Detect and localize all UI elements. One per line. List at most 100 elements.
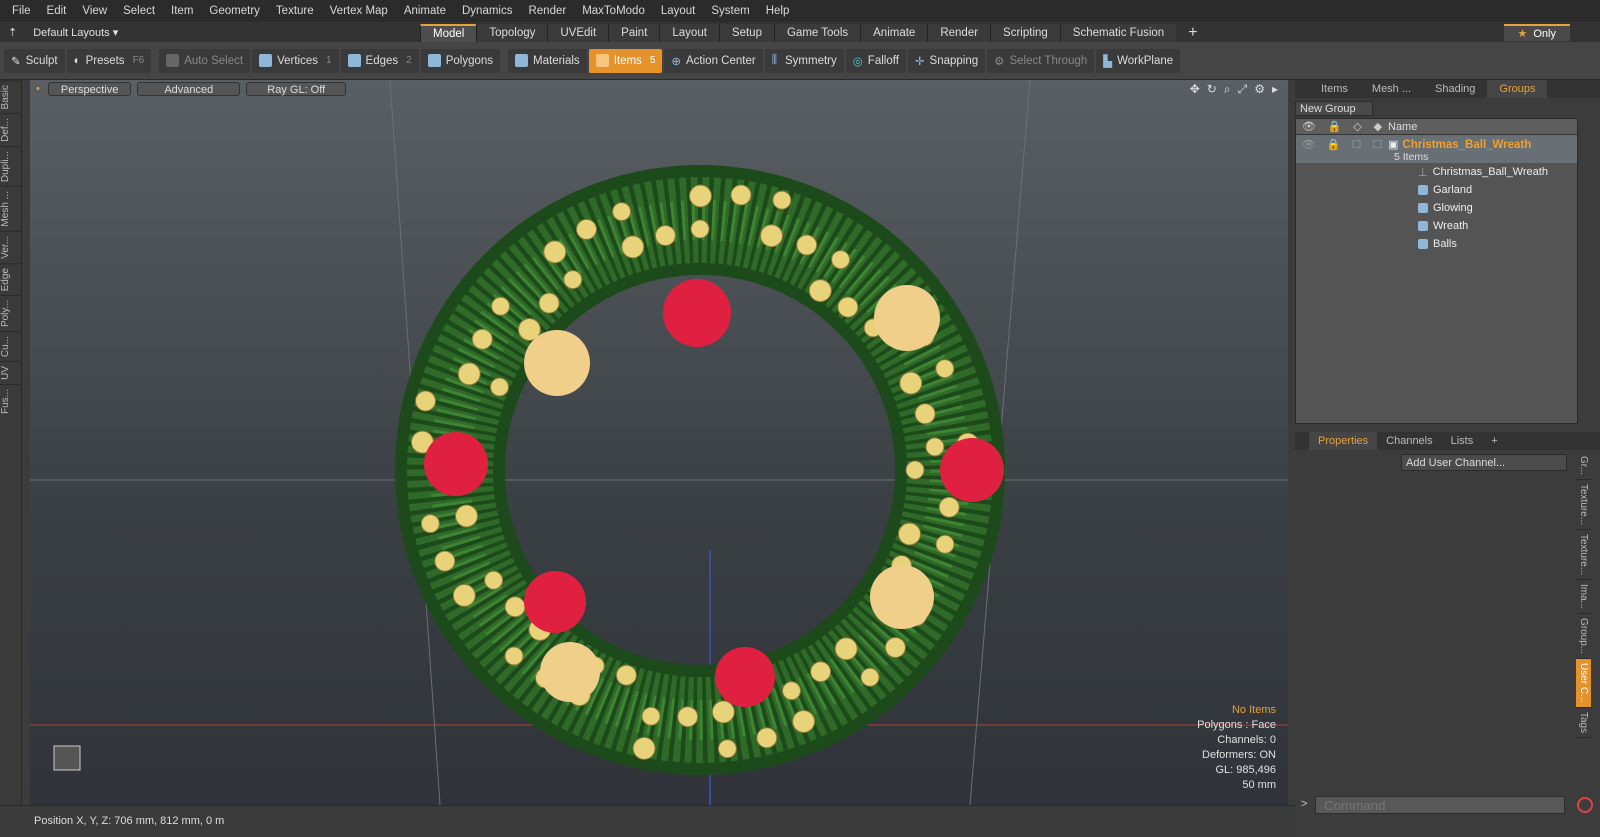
menu-vertex-map[interactable]: Vertex Map	[322, 0, 396, 22]
3d-viewport[interactable]: • Perspective Advanced Ray GL: Off ✥ ↻ ⌕…	[30, 80, 1288, 805]
menu-layout[interactable]: Layout	[653, 0, 704, 22]
menu-edit[interactable]: Edit	[39, 0, 75, 22]
left-tab-basic[interactable]: Basic	[0, 80, 22, 114]
add-tab-icon[interactable]: +	[1176, 24, 1209, 42]
advanced-button[interactable]: Advanced	[137, 82, 241, 96]
layout-selector[interactable]: ⇡ Default Layouts ▾	[0, 22, 420, 42]
perspective-button[interactable]: Perspective	[47, 82, 132, 96]
tab-paint[interactable]: Paint	[608, 24, 660, 42]
select-icon[interactable]: ◆	[1374, 120, 1382, 133]
side-tab-texture-1[interactable]: Texture...	[1576, 480, 1591, 531]
menu-geometry[interactable]: Geometry	[201, 0, 268, 22]
tree-item-label: Garland	[1433, 184, 1473, 196]
menu-select[interactable]: Select	[115, 0, 163, 22]
render-icon[interactable]: ◇	[1353, 120, 1361, 133]
tab-render[interactable]: Render	[927, 24, 991, 42]
zoom-icon[interactable]: ⌕	[1224, 82, 1231, 97]
menu-view[interactable]: View	[74, 0, 115, 22]
tab-properties[interactable]: Properties	[1309, 432, 1378, 450]
tab-setup[interactable]: Setup	[718, 24, 774, 42]
left-tab-vertex[interactable]: Ver...	[0, 231, 22, 263]
tab-shading[interactable]: Shading	[1423, 80, 1487, 98]
left-tab-fusion[interactable]: Fus...	[0, 384, 22, 419]
command-input[interactable]	[1315, 796, 1565, 814]
gold-bauble	[834, 637, 858, 661]
layouts-dropdown[interactable]: Default Layouts ▾	[33, 26, 118, 39]
tree-item-label: Glowing	[1433, 202, 1473, 214]
tab-groups[interactable]: Groups	[1487, 80, 1548, 98]
menu-render[interactable]: Render	[520, 0, 574, 22]
tab-animate[interactable]: Animate	[860, 24, 928, 42]
viewport-expand-icon[interactable]: ▸	[1272, 82, 1278, 97]
left-tab-curve[interactable]: Cu...	[0, 331, 22, 362]
tree-item-row[interactable]: Wreath	[1296, 217, 1577, 235]
left-tab-duplicate[interactable]: Dupli...	[0, 146, 22, 187]
pan-icon[interactable]: ✥	[1190, 82, 1200, 97]
select-through-button[interactable]: ⚙ Select Through	[987, 48, 1095, 73]
presets-button[interactable]: ◐ Presets F6	[66, 48, 152, 73]
visibility-eye-icon[interactable]: 👁	[1302, 138, 1316, 151]
menu-texture[interactable]: Texture	[268, 0, 322, 22]
auto-select-button[interactable]: Auto Select	[159, 48, 251, 73]
new-group-button[interactable]: New Group	[1295, 101, 1373, 116]
record-icon[interactable]	[1577, 797, 1593, 813]
menu-item[interactable]: Item	[163, 0, 201, 22]
lock-icon[interactable]: 🔒	[1328, 120, 1342, 133]
menu-file[interactable]: File	[4, 0, 39, 22]
side-tab-image[interactable]: Ima...	[1576, 580, 1591, 615]
symmetry-button[interactable]: ⫼ Symmetry	[764, 48, 844, 73]
side-tab-user-channels[interactable]: User C...	[1576, 659, 1591, 708]
side-tab-texture-2[interactable]: Texture...	[1576, 530, 1591, 581]
only-toggle[interactable]: ★ Only	[1503, 24, 1570, 41]
menu-help[interactable]: Help	[758, 0, 798, 22]
tab-schematic-fusion[interactable]: Schematic Fusion	[1059, 24, 1177, 42]
menu-animate[interactable]: Animate	[396, 0, 454, 22]
menu-dynamics[interactable]: Dynamics	[454, 0, 520, 22]
tree-item-row[interactable]: Balls	[1296, 235, 1577, 253]
raygl-button[interactable]: Ray GL: Off	[246, 82, 347, 96]
polygons-button[interactable]: Polygons	[420, 48, 501, 73]
fit-icon[interactable]: ⤢	[1238, 82, 1248, 97]
menu-maxtomodo[interactable]: MaxToModo	[574, 0, 653, 22]
side-tab-group[interactable]: Gr...	[1576, 452, 1591, 480]
row-box2-icon[interactable]: ☐	[1373, 138, 1383, 151]
edges-button[interactable]: Edges 2	[340, 48, 419, 73]
add-user-channel-button[interactable]: Add User Channel...	[1401, 454, 1567, 471]
falloff-button[interactable]: ◎ Falloff	[845, 48, 906, 73]
side-tab-tags[interactable]: Tags	[1576, 708, 1591, 738]
left-tab-uv[interactable]: UV	[0, 361, 22, 385]
left-tab-polygon[interactable]: Poly...	[0, 295, 22, 332]
left-tab-deform[interactable]: Def...	[0, 113, 22, 147]
row-lock-icon[interactable]: 🔒	[1327, 138, 1341, 151]
materials-button[interactable]: Materials	[508, 48, 587, 73]
items-button[interactable]: Items 5	[588, 48, 663, 73]
tab-items[interactable]: Items	[1309, 80, 1360, 98]
tab-game-tools[interactable]: Game Tools	[773, 24, 861, 42]
left-tab-mesh[interactable]: Mesh ...	[0, 186, 22, 232]
rotate-icon[interactable]: ↻	[1207, 82, 1217, 97]
tree-item-row[interactable]: Garland	[1296, 181, 1577, 199]
workplane-button[interactable]: ▙ WorkPlane	[1096, 48, 1181, 73]
vertices-button[interactable]: Vertices 1	[252, 48, 339, 73]
action-center-button[interactable]: ⊕ Action Center	[664, 48, 763, 73]
tree-item-row[interactable]: Glowing	[1296, 199, 1577, 217]
sculpt-button[interactable]: ✎ Sculpt	[4, 48, 65, 73]
tree-group-row[interactable]: 👁 🔒 ☐ ☐ ▣ Christmas_Ball_Wreath 5 Items	[1296, 135, 1577, 163]
tab-mesh[interactable]: Mesh ...	[1360, 80, 1423, 98]
tab-model[interactable]: Model	[420, 24, 477, 42]
tab-lists[interactable]: Lists	[1442, 432, 1483, 450]
add-panel-icon[interactable]: +	[1482, 432, 1506, 450]
viewport-settings-icon[interactable]: ⚙	[1254, 82, 1265, 97]
left-tab-edge[interactable]: Edge	[0, 262, 22, 296]
tab-channels[interactable]: Channels	[1377, 432, 1441, 450]
eye-icon[interactable]: 👁	[1302, 120, 1316, 133]
menu-system[interactable]: System	[703, 0, 757, 22]
tab-layout[interactable]: Layout	[659, 24, 719, 42]
row-box-icon[interactable]: ☐	[1352, 138, 1362, 151]
tab-scripting[interactable]: Scripting	[990, 24, 1060, 42]
snapping-button[interactable]: ✛ Snapping	[907, 48, 986, 73]
tab-uvedit[interactable]: UVEdit	[547, 24, 609, 42]
tree-item-row[interactable]: ⊥ Christmas_Ball_Wreath	[1296, 163, 1577, 181]
tab-topology[interactable]: Topology	[476, 24, 548, 42]
side-tab-group-2[interactable]: Group...	[1576, 614, 1591, 660]
